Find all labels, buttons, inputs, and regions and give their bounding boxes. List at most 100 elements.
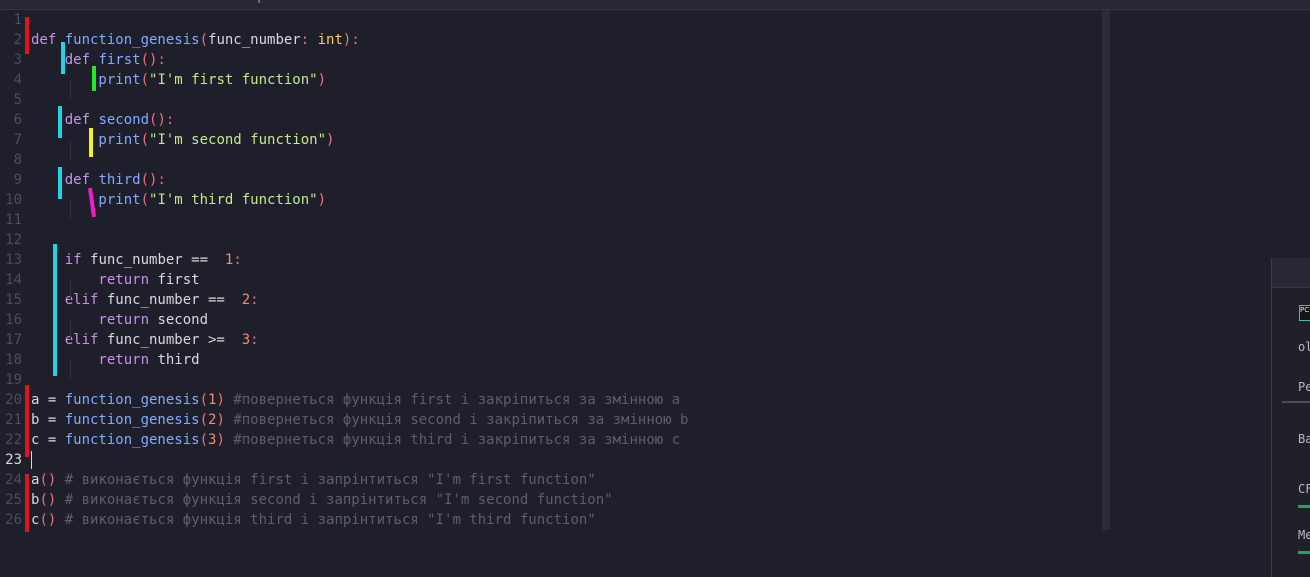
line-number: 10 bbox=[5, 192, 22, 208]
code-line[interactable]: 7 print("I'm second function") bbox=[0, 130, 1100, 150]
code-token: ( bbox=[140, 192, 150, 208]
code-token: (): bbox=[149, 112, 175, 128]
line-number: 4 bbox=[13, 72, 22, 88]
tab-indicator bbox=[258, 0, 260, 3]
code-line[interactable]: 24 a() # виконається функція first і запр… bbox=[0, 470, 1100, 490]
code-token: return bbox=[31, 312, 158, 328]
line-number: 17 bbox=[5, 332, 22, 348]
code-line[interactable]: 3 def first(): bbox=[0, 50, 1100, 70]
code-token: #повернеться функція second і закріпитьс… bbox=[224, 412, 689, 428]
code-token: "I'm first function" bbox=[149, 72, 318, 88]
code-token: print bbox=[31, 192, 141, 208]
code-line[interactable]: 19 bbox=[0, 370, 1100, 390]
code-text: if func_number == 1: bbox=[31, 250, 242, 270]
code-token: int bbox=[317, 32, 343, 48]
code-token: 1 bbox=[216, 252, 234, 268]
code-text: print("I'm first function") bbox=[31, 70, 326, 90]
line-number: 11 bbox=[5, 212, 22, 228]
code-line[interactable]: 25 b() # виконається функція second і зап… bbox=[0, 490, 1100, 510]
code-token: : bbox=[250, 332, 259, 348]
code-line[interactable]: 9 def third(): bbox=[0, 170, 1100, 190]
line-number: 25 bbox=[5, 492, 22, 508]
code-line[interactable]: 21 b = function_genesis(2) #повернеться ф… bbox=[0, 410, 1100, 430]
line-number: 23 bbox=[5, 452, 22, 468]
code-line[interactable]: 17 elif func_number >= 3: bbox=[0, 330, 1100, 350]
code-line[interactable]: 13 if func_number == 1: bbox=[0, 250, 1100, 270]
code-text: c = function_genesis(3) #повернеться фун… bbox=[31, 430, 680, 450]
code-token: "I'm second function" bbox=[149, 132, 327, 148]
code-token: def bbox=[31, 112, 99, 128]
scope-bar-green bbox=[92, 66, 96, 91]
line-number: 20 bbox=[5, 392, 22, 408]
code-token: third bbox=[98, 172, 141, 188]
code-token: ): bbox=[342, 32, 360, 48]
scope-bar-red bbox=[25, 17, 29, 54]
panel-tab-underline bbox=[1282, 401, 1310, 403]
code-line[interactable]: 5 bbox=[0, 90, 1100, 110]
code-editor[interactable]: 1 2 def function_genesis(func_number: int)… bbox=[0, 10, 1102, 532]
line-number: 22 bbox=[5, 432, 22, 448]
text-cursor bbox=[31, 451, 32, 469]
code-line[interactable]: 18 return third bbox=[0, 350, 1100, 370]
scope-bar-red bbox=[25, 474, 29, 532]
indent-guide bbox=[70, 280, 71, 300]
scope-bar-red bbox=[25, 385, 29, 457]
line-number: 12 bbox=[5, 232, 22, 248]
code-token: ) bbox=[216, 392, 225, 408]
line-number: 14 bbox=[5, 272, 22, 288]
panel-row-label: CF bbox=[1298, 482, 1310, 496]
code-line[interactable]: 16 return second bbox=[0, 310, 1100, 330]
code-line[interactable]: 14 return first bbox=[0, 270, 1100, 290]
cpu-usage-bar bbox=[1298, 505, 1310, 508]
code-line[interactable]: 11 bbox=[0, 210, 1100, 230]
panel-row-label: ol bbox=[1298, 340, 1310, 354]
code-line[interactable]: 1 bbox=[0, 10, 1100, 30]
code-text: print("I'm second function") bbox=[31, 130, 334, 150]
code-token: "I'm third function" bbox=[149, 192, 318, 208]
indent-guide bbox=[70, 140, 71, 160]
code-token: ) bbox=[326, 132, 335, 148]
code-token: print bbox=[31, 72, 141, 88]
code-line[interactable]: 15 elif func_number == 2: bbox=[0, 290, 1100, 310]
code-token: func_number >= bbox=[106, 332, 234, 348]
code-text: a() # виконається функція first і запрін… bbox=[31, 470, 596, 490]
code-line[interactable]: 12 bbox=[0, 230, 1100, 250]
code-token: ( bbox=[199, 392, 209, 408]
code-line[interactable]: 8 bbox=[0, 150, 1100, 170]
line-number: 15 bbox=[5, 292, 22, 308]
code-token: return bbox=[31, 352, 158, 368]
code-line[interactable]: 26 c() # виконається функція third і запр… bbox=[0, 510, 1100, 530]
indent-guide bbox=[70, 320, 71, 340]
code-token: elif bbox=[31, 292, 107, 308]
code-token: if bbox=[31, 252, 91, 268]
code-token: func_number == bbox=[90, 252, 217, 268]
line-number: 3 bbox=[13, 52, 22, 68]
line-number: 2 bbox=[13, 32, 22, 48]
code-line[interactable]: 4 print("I'm first function") bbox=[0, 70, 1100, 90]
code-token: print bbox=[31, 132, 141, 148]
code-token: function_genesis bbox=[64, 32, 200, 48]
code-line[interactable]: 10 print("I'm third function") bbox=[0, 190, 1100, 210]
code-text: b() # виконається функція second і запрі… bbox=[31, 490, 613, 510]
line-number: 9 bbox=[13, 172, 22, 188]
code-token: second bbox=[157, 312, 209, 328]
memory-usage-bar bbox=[1298, 551, 1310, 554]
code-token: (): bbox=[140, 172, 166, 188]
vertical-scrollbar[interactable] bbox=[1102, 10, 1110, 530]
code-line[interactable]: 23 bbox=[0, 450, 1100, 470]
code-line[interactable]: 2 def function_genesis(func_number: int): bbox=[0, 30, 1100, 50]
line-number: 26 bbox=[5, 512, 22, 528]
code-text: def function_genesis(func_number: int): bbox=[31, 30, 360, 50]
code-text: def second(): bbox=[31, 110, 175, 130]
side-panel-header[interactable] bbox=[1272, 258, 1310, 288]
code-token: ) bbox=[216, 412, 225, 428]
code-line[interactable]: 6 def second(): bbox=[0, 110, 1100, 130]
indent-guide bbox=[70, 80, 71, 100]
code-line[interactable]: 20 a = function_genesis(1) #повернеться ф… bbox=[0, 390, 1100, 410]
code-token: ( bbox=[140, 72, 150, 88]
code-line[interactable]: 22 c = function_genesis(3) #повернеться ф… bbox=[0, 430, 1100, 450]
code-token: 3 bbox=[233, 332, 251, 348]
panel-tab-label[interactable]: Pe bbox=[1298, 380, 1310, 394]
code-token: () bbox=[39, 472, 57, 488]
scope-bar-cyan bbox=[58, 167, 62, 199]
